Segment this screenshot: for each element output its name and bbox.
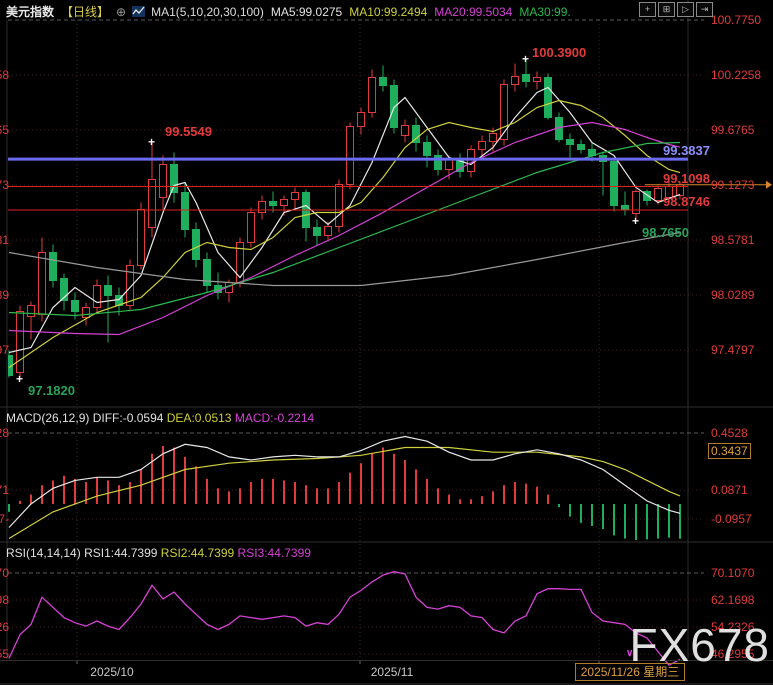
candle[interactable]: [666, 187, 673, 198]
zoom-area-icon[interactable]: ⊞: [658, 2, 675, 17]
candle[interactable]: [336, 185, 343, 227]
candle[interactable]: [193, 230, 200, 260]
ma5-value: MA5:99.0275: [271, 5, 342, 19]
candle[interactable]: [325, 227, 332, 236]
diff-line: [9, 437, 680, 528]
candle[interactable]: [512, 77, 519, 85]
candle[interactable]: [259, 202, 266, 213]
collapse-right-icon[interactable]: ⇥: [696, 2, 713, 17]
macd-params-label[interactable]: MACD(26,12,9): [6, 411, 89, 425]
candle[interactable]: [72, 301, 79, 312]
candle[interactable]: [182, 193, 189, 230]
rsi-header: RSI(14,14,14) RSI1:44.7399 RSI2:44.7399 …: [6, 546, 311, 560]
trading-chart-window: 美元指数【日线】 ⊕ MA1(5,10,20,30,100) MA5:99.02…: [0, 0, 773, 685]
candle[interactable]: [567, 140, 574, 145]
candle[interactable]: [138, 210, 145, 266]
ma10-line: [9, 101, 680, 368]
candle[interactable]: [28, 306, 35, 317]
candlestick-chart-icon[interactable]: [132, 5, 145, 18]
candle[interactable]: [380, 78, 387, 86]
candle[interactable]: [446, 160, 453, 170]
ma-settings-label[interactable]: MA1(5,10,20,30,100): [151, 5, 264, 19]
candle[interactable]: [171, 165, 178, 193]
candle[interactable]: [270, 202, 277, 206]
rsi1-value: RSI1:44.7399: [84, 546, 157, 560]
candle[interactable]: [534, 78, 541, 82]
symbol-name: 美元指数: [6, 3, 54, 20]
candle[interactable]: [490, 134, 497, 142]
candle[interactable]: [39, 253, 46, 315]
candle[interactable]: [424, 143, 431, 156]
macd-macd-value: MACD:-0.2214: [235, 411, 314, 425]
candle[interactable]: [622, 206, 629, 210]
macd-diff-value: DIFF:-0.0594: [93, 411, 164, 425]
candle[interactable]: [611, 162, 618, 206]
rsi-line: [9, 572, 680, 666]
candle[interactable]: [105, 286, 112, 296]
chart-header: 美元指数【日线】 ⊕ MA1(5,10,20,30,100) MA5:99.02…: [6, 3, 571, 20]
play-forward-icon[interactable]: ▷: [677, 2, 694, 17]
current-price-marker: [766, 181, 772, 189]
rsi-params-label[interactable]: RSI(14,14,14): [6, 546, 81, 560]
candle[interactable]: [281, 200, 288, 206]
fx678-watermark: FX678: [629, 618, 770, 672]
ma20-line: [9, 123, 680, 335]
candle[interactable]: [391, 86, 398, 128]
candle[interactable]: [358, 113, 365, 127]
candle[interactable]: [501, 85, 508, 140]
candle[interactable]: [402, 126, 409, 136]
circle-plus-icon[interactable]: ⊕: [116, 5, 126, 19]
candle[interactable]: [17, 312, 24, 373]
ma20-value: MA20:99.5034: [434, 5, 512, 19]
candle[interactable]: [50, 253, 57, 281]
rsi2-value: RSI2:44.7399: [161, 546, 234, 560]
ma30-value: MA30:99.: [519, 5, 570, 19]
candle[interactable]: [292, 193, 299, 200]
chart-canvas[interactable]: [0, 0, 773, 685]
ma10-value: MA10:99.2494: [349, 5, 427, 19]
pan-icon[interactable]: +: [639, 2, 656, 17]
candle[interactable]: [523, 75, 530, 82]
candle[interactable]: [545, 78, 552, 118]
candle[interactable]: [160, 165, 167, 198]
dea-line: [9, 448, 680, 539]
candle[interactable]: [83, 308, 90, 318]
candle[interactable]: [578, 145, 585, 150]
chart-toolbar: +⊞▷⇥: [639, 2, 713, 17]
rsi3-value: RSI3:44.7399: [238, 546, 311, 560]
candle[interactable]: [347, 127, 354, 185]
macd-crosshair-value: 0.3437: [708, 443, 751, 459]
candle[interactable]: [435, 156, 442, 170]
candle[interactable]: [94, 286, 101, 308]
macd-header: MACD(26,12,9) DIFF:-0.0594 DEA:0.0513 MA…: [6, 411, 314, 425]
candle[interactable]: [248, 213, 255, 243]
candle[interactable]: [479, 142, 486, 150]
candle[interactable]: [655, 189, 662, 201]
period-label[interactable]: 【日线】: [61, 3, 109, 20]
candle[interactable]: [369, 78, 376, 113]
main-chart-panel[interactable]: [6, 59, 684, 380]
macd-dea-value: DEA:0.0513: [167, 411, 232, 425]
candle[interactable]: [314, 228, 321, 236]
